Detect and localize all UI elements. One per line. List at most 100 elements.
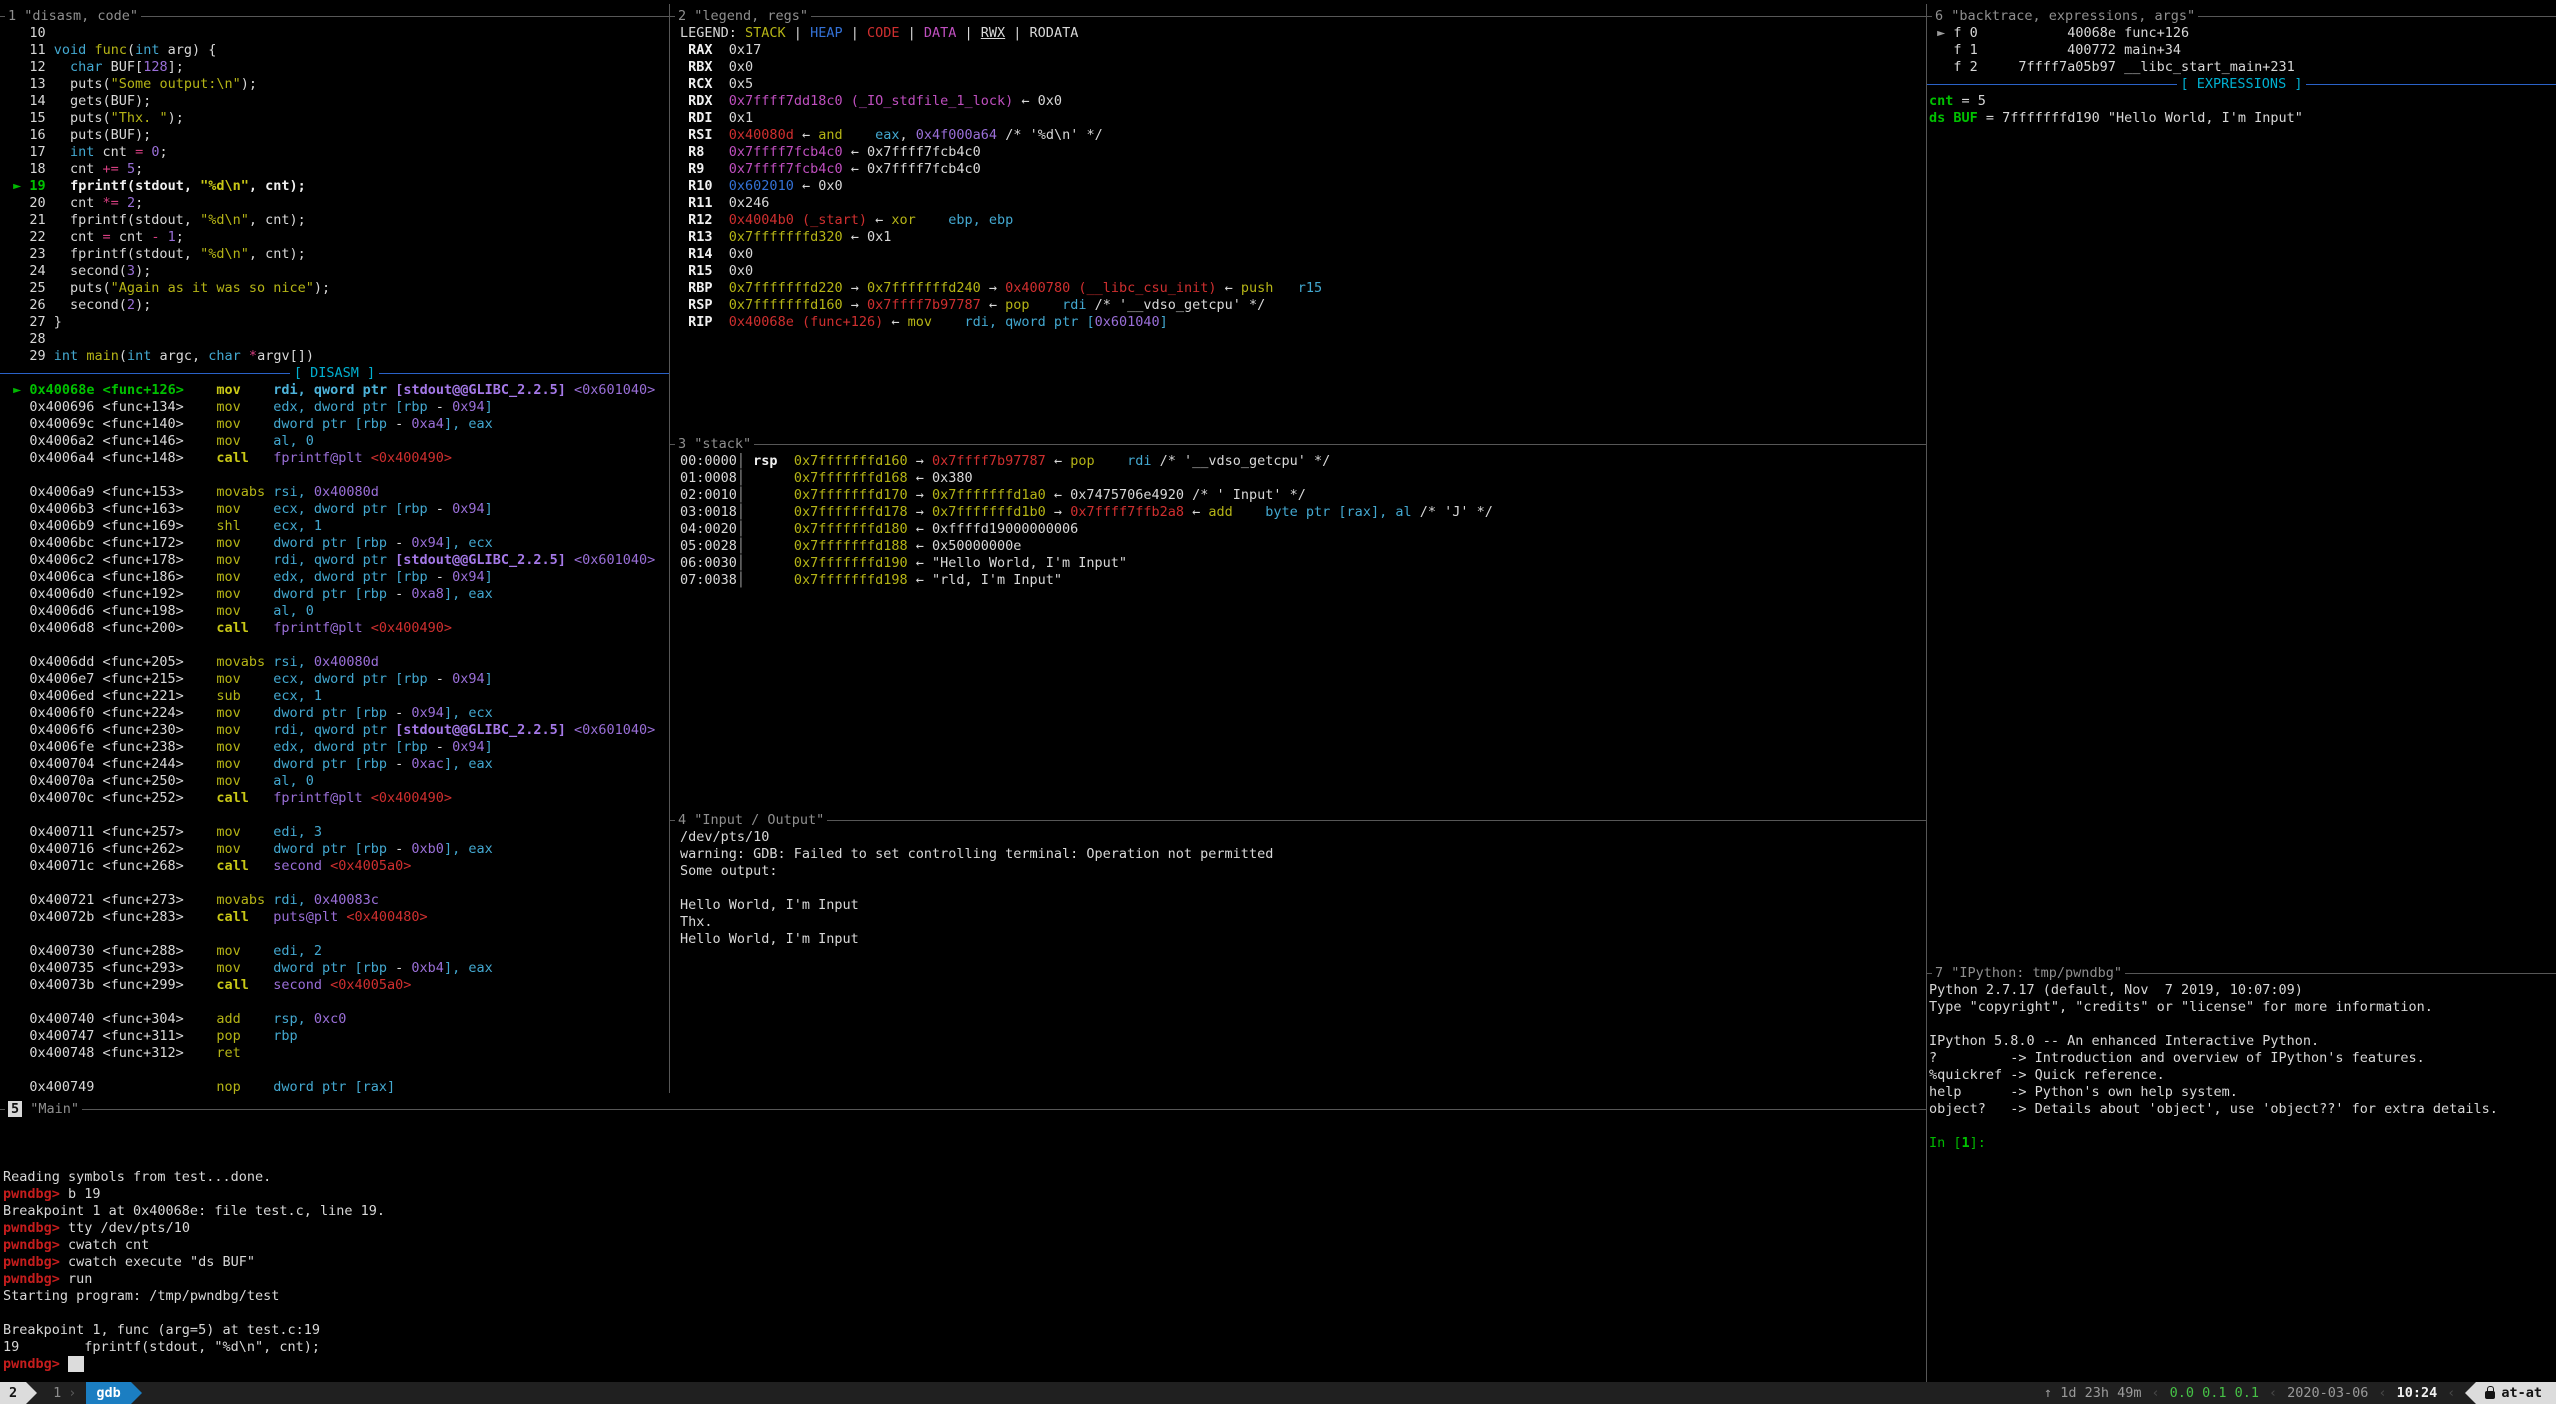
terminal-line: 17 int cnt = 0; bbox=[0, 144, 669, 161]
terminal-line: 0x4006d8 <func+200> call fprintf@plt <0x… bbox=[0, 620, 669, 637]
terminal-line: ? -> Introduction and overview of IPytho… bbox=[1927, 1050, 2556, 1067]
vertical-pane-border-right[interactable] bbox=[1926, 4, 1927, 1382]
terminal-line: 05:0028│ 0x7fffffffd188 ← 0x50000000e bbox=[670, 538, 1926, 555]
chevron-left-icon: ‹ bbox=[2141, 1382, 2169, 1404]
watch-expressions-listing: cnt = 5ds BUF = 7fffffffd190 "Hello Worl… bbox=[1927, 93, 2556, 127]
terminal-line: IPython 5.8.0 -- An enhanced Interactive… bbox=[1927, 1033, 2556, 1050]
expressions-section-label: [ EXPRESSIONS ] bbox=[2177, 76, 2307, 92]
terminal-line: RIP 0x40068e (func+126) ← mov rdi, qword… bbox=[670, 314, 1926, 331]
terminal-line: 0x40070c <func+252> call fprintf@plt <0x… bbox=[0, 790, 669, 807]
terminal-line bbox=[0, 926, 669, 943]
terminal-line: RCX 0x5 bbox=[670, 76, 1926, 93]
terminal-line: 0x400721 <func+273> movabs rdi, 0x40083c bbox=[0, 892, 669, 909]
powerline-arrow-icon bbox=[26, 1382, 37, 1404]
terminal-line: pwndbg> run bbox=[0, 1271, 1926, 1288]
stack-listing: 00:0000│ rsp 0x7fffffffd160 → 0x7ffff7b9… bbox=[670, 453, 1926, 589]
chevron-left-icon: ‹ bbox=[2259, 1382, 2287, 1404]
backtrace-frames-listing: ► f 0 40068e func+126 f 1 400772 main+34… bbox=[1927, 25, 2556, 76]
terminal-line: 20 cnt *= 2; bbox=[0, 195, 669, 212]
terminal-line: 0x4006f0 <func+224> mov dword ptr [rbp -… bbox=[0, 705, 669, 722]
terminal-line: cnt = 5 bbox=[1927, 93, 2556, 110]
terminal-line: 0x4006d6 <func+198> mov al, 0 bbox=[0, 603, 669, 620]
terminal-line: 26 second(2); bbox=[0, 297, 669, 314]
terminal-line: RDX 0x7ffff7dd18c0 (_IO_stdfile_1_lock) … bbox=[670, 93, 1926, 110]
terminal-line: Breakpoint 1 at 0x40068e: file test.c, l… bbox=[0, 1203, 1926, 1220]
pane-number: 7 bbox=[1935, 965, 1943, 981]
tmux-session-badge[interactable]: 2 bbox=[0, 1382, 26, 1404]
terminal-line: 28 bbox=[0, 331, 669, 348]
terminal-line: 0x4006c2 <func+178> mov rdi, qword ptr [… bbox=[0, 552, 669, 569]
terminal-line: 10 bbox=[0, 25, 669, 42]
pane-stack[interactable]: 3 "stack" 00:0000│ rsp 0x7fffffffd160 → … bbox=[670, 428, 1926, 804]
pane-ipython-title: 7 "IPython: tmp/pwndbg" bbox=[1927, 965, 2556, 982]
terminal-line: pwndbg> cwatch cnt bbox=[0, 1237, 1926, 1254]
terminal-line: Breakpoint 1, func (arg=5) at test.c:19 bbox=[0, 1322, 1926, 1339]
pane-number: 4 bbox=[678, 812, 686, 828]
terminal-line: 0x40073b <func+299> call second <0x4005a… bbox=[0, 977, 669, 994]
terminal-line: pwndbg> tty /dev/pts/10 bbox=[0, 1220, 1926, 1237]
terminal-line bbox=[0, 1062, 669, 1079]
terminal-line: 21 fprintf(stdout, "%d\n", cnt); bbox=[0, 212, 669, 229]
terminal-line bbox=[1927, 1118, 2556, 1135]
terminal-line: 29 int main(int argc, char *argv[]) bbox=[0, 348, 669, 365]
pane-backtrace-expressions[interactable]: 6 "backtrace, expressions, args" ► f 0 4… bbox=[1927, 0, 2556, 957]
terminal-line: 0x400730 <func+288> mov edi, 2 bbox=[0, 943, 669, 960]
tmux-window-tab-gdb[interactable]: gdb bbox=[86, 1382, 130, 1404]
terminal-line: 0x4006fe <func+238> mov edx, dword ptr [… bbox=[0, 739, 669, 756]
tmux-window-index[interactable]: 1 bbox=[37, 1382, 68, 1404]
terminal-line: Some output: bbox=[670, 863, 1926, 880]
terminal-line: %quickref -> Quick reference. bbox=[1927, 1067, 2556, 1084]
terminal-line: help -> Python's own help system. bbox=[1927, 1084, 2556, 1101]
pane-number: 3 bbox=[678, 436, 686, 452]
pane-title-text: "legend, regs" bbox=[686, 8, 808, 24]
terminal-line: 0x40072b <func+283> call puts@plt <0x400… bbox=[0, 909, 669, 926]
pane-number: 6 bbox=[1935, 8, 1943, 24]
terminal-line: RSP 0x7fffffffd160 → 0x7ffff7b97787 ← po… bbox=[670, 297, 1926, 314]
disasm-section-separator: [ DISASM ] bbox=[0, 365, 669, 382]
terminal-line: pwndbg> cwatch execute "ds BUF" bbox=[0, 1254, 1926, 1271]
terminal-line: ds BUF = 7fffffffd190 "Hello World, I'm … bbox=[1927, 110, 2556, 127]
terminal-line: R10 0x602010 ← 0x0 bbox=[670, 178, 1926, 195]
pane-ipython[interactable]: 7 "IPython: tmp/pwndbg" Python 2.7.17 (d… bbox=[1927, 957, 2556, 1382]
terminal-line: RBX 0x0 bbox=[670, 59, 1926, 76]
terminal-line: R12 0x4004b0 (_start) ← xor ebp, ebp bbox=[670, 212, 1926, 229]
pane-main-gdb-console[interactable]: 5 "Main" Reading symbols from test...don… bbox=[0, 1093, 1926, 1382]
pane-disasm-code[interactable]: 1 "disasm, code" 10 11 void func(int arg… bbox=[0, 0, 669, 1100]
pane-border-line bbox=[670, 444, 1926, 445]
terminal-line: pwndbg> b 19 bbox=[0, 1186, 1926, 1203]
disassembly-listing: ► 0x40068e <func+126> mov rdi, qword ptr… bbox=[0, 382, 669, 1096]
gdb-console-listing[interactable]: Reading symbols from test...done.pwndbg>… bbox=[0, 1118, 1926, 1373]
terminal-line: 0x4006e7 <func+215> mov ecx, dword ptr [… bbox=[0, 671, 669, 688]
vertical-pane-border-left[interactable] bbox=[669, 4, 670, 1093]
terminal-line: 0x4006ca <func+186> mov edx, dword ptr [… bbox=[0, 569, 669, 586]
terminal-line: 0x40069c <func+140> mov dword ptr [rbp -… bbox=[0, 416, 669, 433]
pane-title-text: "Input / Output" bbox=[686, 812, 824, 828]
pane-legend-regs[interactable]: 2 "legend, regs" LEGEND: STACK | HEAP | … bbox=[670, 0, 1926, 428]
terminal-line: 15 puts("Thx. "); bbox=[0, 110, 669, 127]
terminal-line: warning: GDB: Failed to set controlling … bbox=[670, 846, 1926, 863]
pane-input-output[interactable]: 4 "Input / Output" /dev/pts/10warning: G… bbox=[670, 804, 1926, 1093]
terminal-line: R8 0x7ffff7fcb4c0 ← 0x7ffff7fcb4c0 bbox=[670, 144, 1926, 161]
terminal-line: 0x40070a <func+250> mov al, 0 bbox=[0, 773, 669, 790]
terminal-line: 0x4006a9 <func+153> movabs rsi, 0x40080d bbox=[0, 484, 669, 501]
terminal-line: Type "copyright", "credits" or "license"… bbox=[1927, 999, 2556, 1016]
terminal-line: 0x4006bc <func+172> mov dword ptr [rbp -… bbox=[0, 535, 669, 552]
pane-input-output-title: 4 "Input / Output" bbox=[670, 812, 1926, 829]
uptime-status: ↑ 1d 23h 49m bbox=[2044, 1382, 2142, 1404]
terminal-line bbox=[0, 1118, 1926, 1135]
terminal-line: 04:0020│ 0x7fffffffd180 ← 0xffffd1900000… bbox=[670, 521, 1926, 538]
pane-title-text: "stack" bbox=[686, 436, 751, 452]
terminal-line: f 2 7ffff7a05b97 __libc_start_main+231 bbox=[1927, 59, 2556, 76]
pane-disasm-code-title: 1 "disasm, code" bbox=[0, 8, 669, 25]
terminal-line: R9 0x7ffff7fcb4c0 ← 0x7ffff7fcb4c0 bbox=[670, 161, 1926, 178]
terminal-line: ► 19 fprintf(stdout, "%d\n", cnt); bbox=[0, 178, 669, 195]
chevron-left-icon: ‹ bbox=[2368, 1382, 2396, 1404]
terminal-line bbox=[0, 807, 669, 824]
pane-stack-title: 3 "stack" bbox=[670, 436, 1926, 453]
terminal-line: 11 void func(int arg) { bbox=[0, 42, 669, 59]
pane-border-line bbox=[670, 16, 1926, 17]
terminal-line: 23 fprintf(stdout, "%d\n", cnt); bbox=[0, 246, 669, 263]
terminal-line: 0x400747 <func+311> pop rbp bbox=[0, 1028, 669, 1045]
terminal-line: 03:0018│ 0x7fffffffd178 → 0x7fffffffd1b0… bbox=[670, 504, 1926, 521]
ipython-banner-listing[interactable]: Python 2.7.17 (default, Nov 7 2019, 10:0… bbox=[1927, 982, 2556, 1152]
